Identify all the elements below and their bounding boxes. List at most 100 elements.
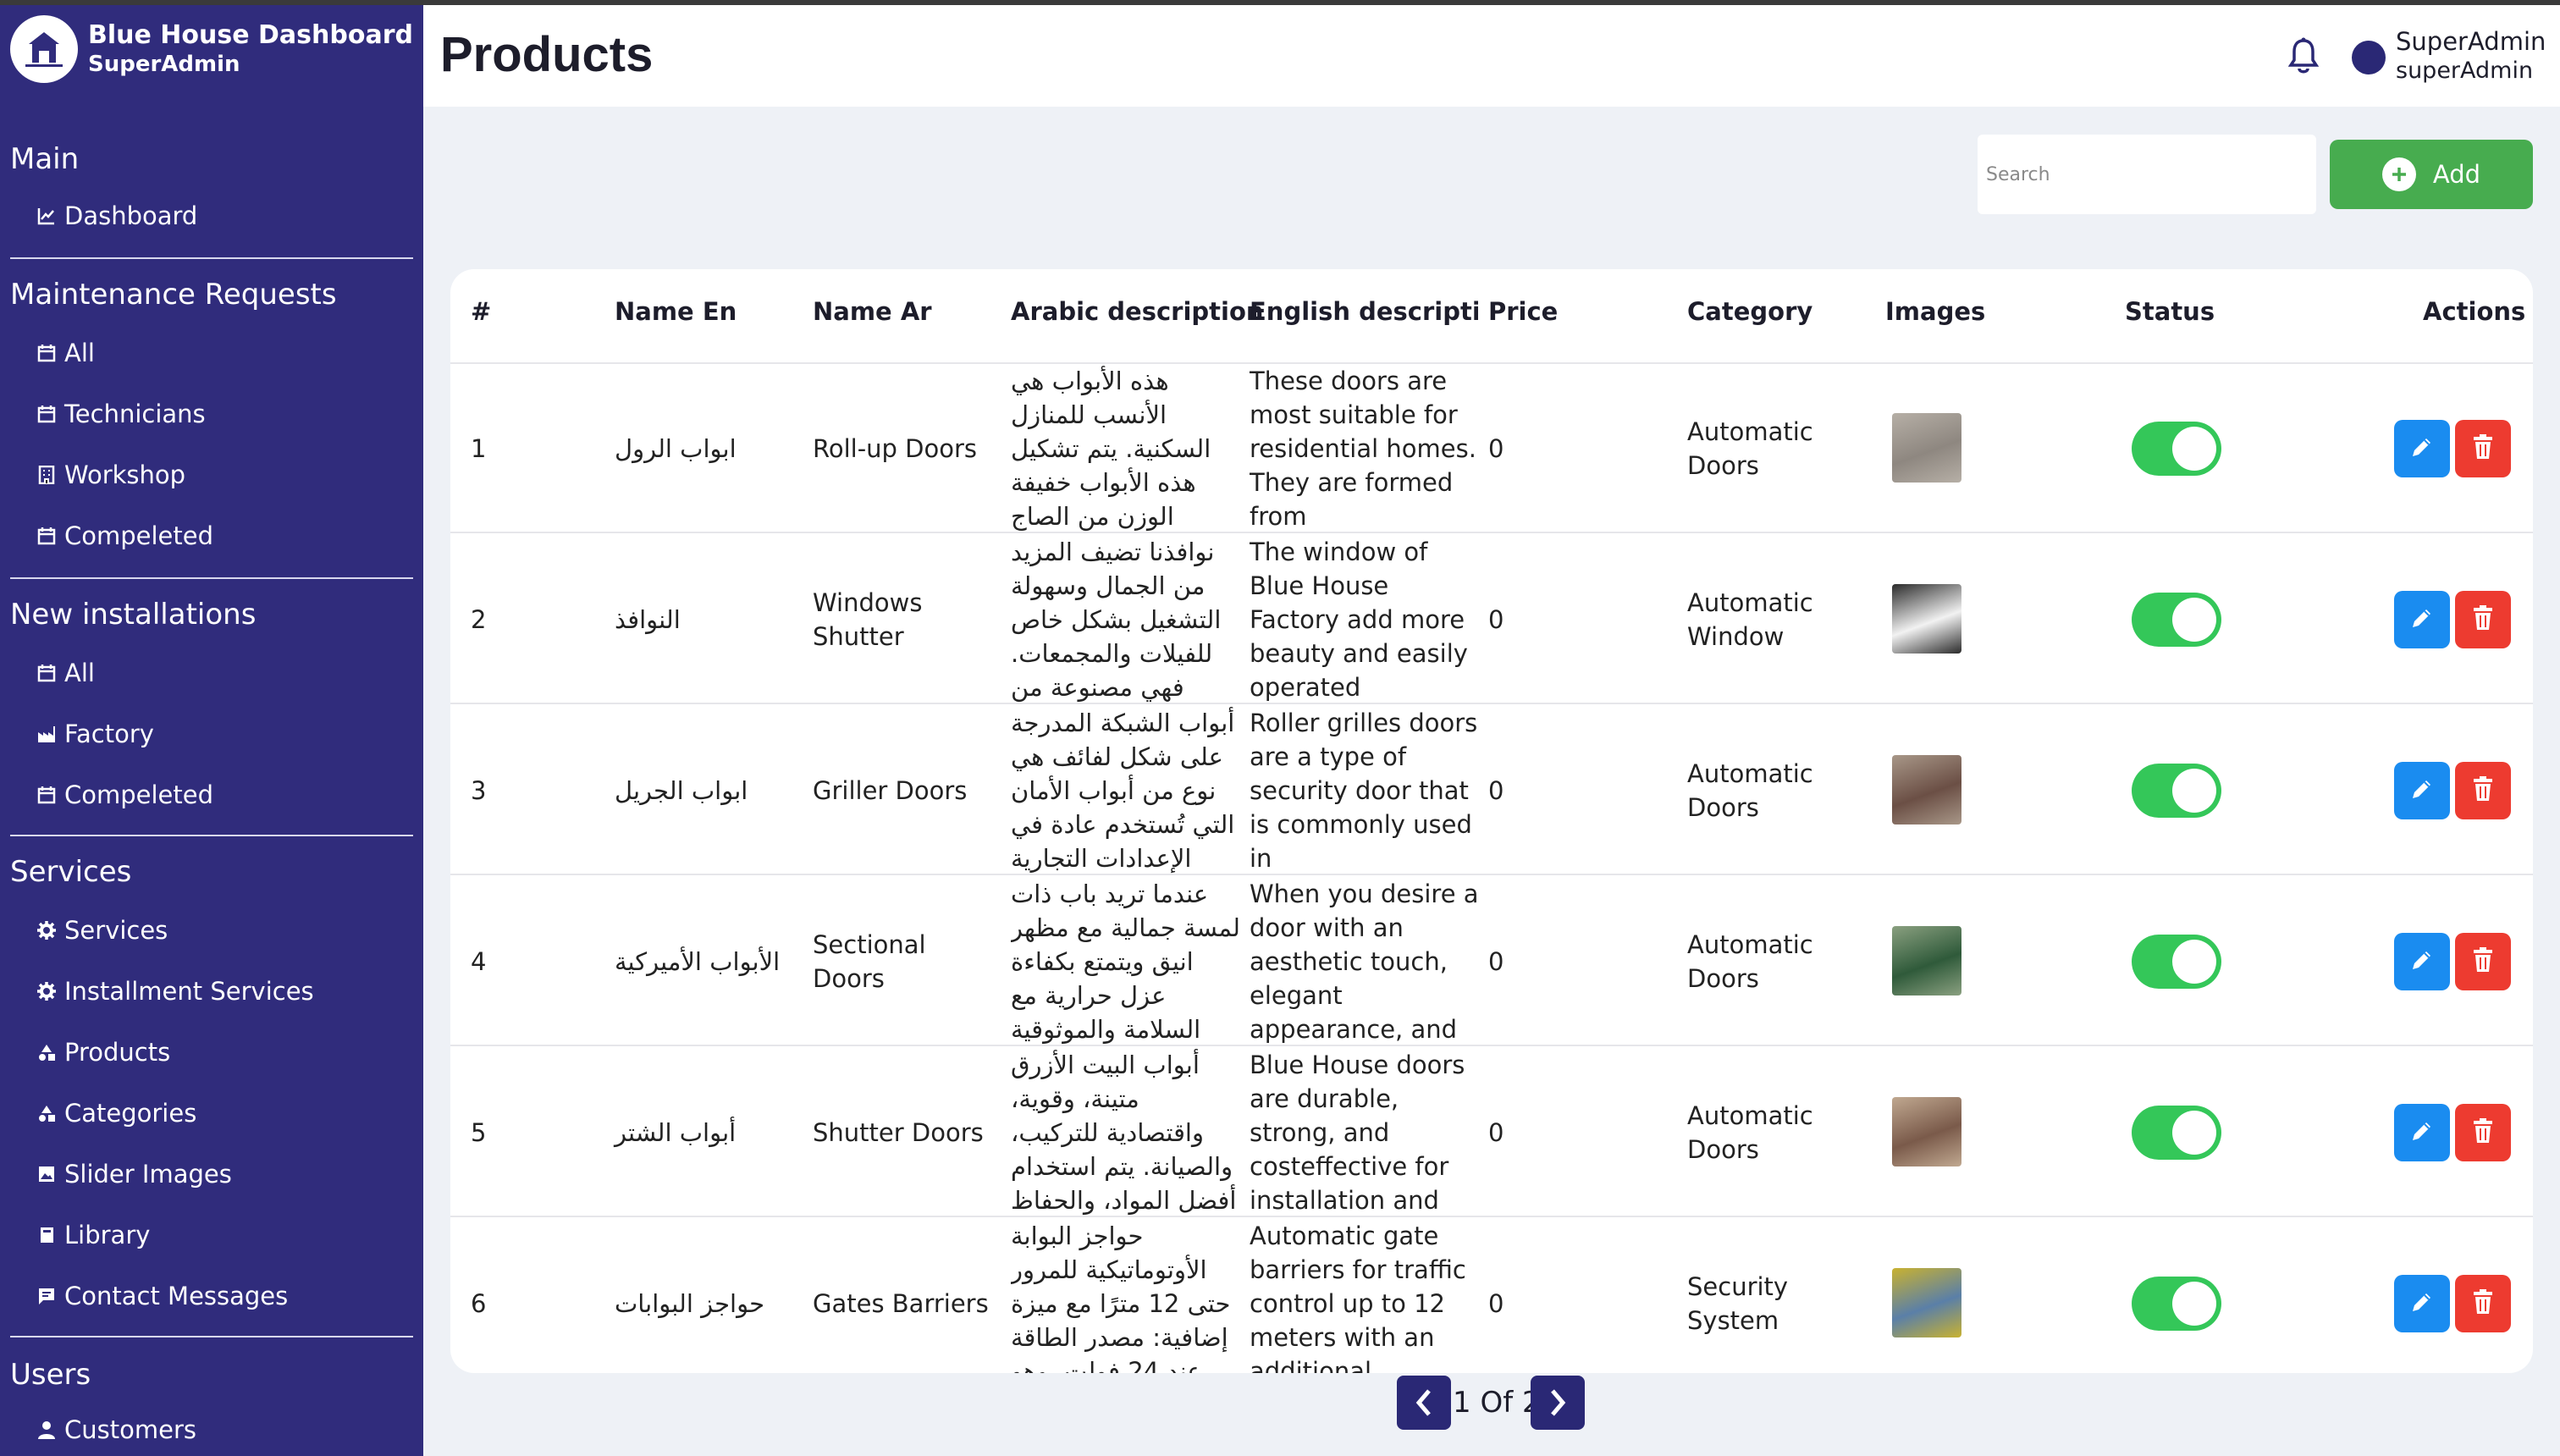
cell-category: Automatic Doors: [1687, 417, 1813, 480]
table-row: 1 ابواب الرول Roll-up Doors هذه الأبواب هي …: [450, 364, 2533, 533]
cell-name-en: ابواب الرول: [615, 434, 737, 463]
column-header-images: Images: [1885, 297, 1986, 326]
cell-price: 0: [1488, 776, 1504, 805]
column-header-status: Status: [2125, 297, 2215, 326]
column-header-name-ar: Name Ar: [813, 297, 932, 326]
delete-button[interactable]: [2455, 1275, 2511, 1332]
delete-button[interactable]: [2455, 420, 2511, 477]
pencil-icon: [2409, 1289, 2435, 1318]
sidebar-item-slider-images[interactable]: Slider Images: [37, 1160, 232, 1189]
edit-button[interactable]: [2394, 762, 2450, 819]
edit-button[interactable]: [2394, 1275, 2450, 1332]
status-toggle[interactable]: [2132, 422, 2221, 476]
sidebar-item-maintenance-all[interactable]: All: [37, 339, 95, 367]
sidebar-item-customers[interactable]: Customers: [37, 1415, 196, 1444]
sidebar-item-services[interactable]: Services: [37, 916, 168, 945]
trash-icon: [2472, 604, 2494, 635]
cell-arabic-description: نوافذنا تضيف المزيد من الجمال وسهولة الت…: [1011, 538, 1222, 702]
cell-name-ar: Sectional Doors: [813, 930, 926, 993]
status-toggle[interactable]: [2132, 1106, 2221, 1160]
product-thumbnail[interactable]: [1892, 1268, 1961, 1337]
trash-icon: [2472, 1117, 2494, 1148]
cell-category: Automatic Doors: [1687, 1101, 1813, 1164]
cell-name-en: النوافذ: [615, 605, 681, 634]
delete-button[interactable]: [2455, 1104, 2511, 1161]
cell-name-en: الأبواب الأميركية: [615, 947, 781, 976]
delete-button[interactable]: [2455, 762, 2511, 819]
cell-arabic-description: عندما تريد باب ذات لمسة جمالية مع مظهر ا…: [1011, 880, 1240, 1044]
cell-english-description: Blue House doors are durable, strong, an…: [1250, 1051, 1465, 1215]
nav-section-installations: New installations: [10, 598, 257, 631]
sidebar-item-library[interactable]: Library: [37, 1221, 150, 1249]
nav-section-services: Services: [10, 855, 132, 889]
sidebar-item-label: Factory: [64, 720, 154, 748]
sidebar-item-maintenance-completed[interactable]: Compeleted: [37, 521, 213, 550]
avatar[interactable]: [2352, 41, 2386, 74]
table-row: 3 ابواب الجريل Griller Doors أبواب الشبكة ا…: [450, 706, 2533, 875]
status-toggle[interactable]: [2132, 935, 2221, 989]
product-thumbnail[interactable]: [1892, 755, 1961, 825]
cell-number: 2: [471, 605, 487, 634]
sidebar-item-installations-all[interactable]: All: [37, 659, 95, 687]
factory-icon: [38, 726, 55, 742]
sidebar-item-contact-messages[interactable]: Contact Messages: [37, 1282, 288, 1310]
brand[interactable]: Blue House Dashboard SuperAdmin: [10, 15, 413, 83]
edit-button[interactable]: [2394, 933, 2450, 990]
divider: [10, 257, 413, 259]
cell-number: 1: [471, 434, 487, 463]
table-row: 5 أبواب الشتر Shutter Doors أبواب البيت الأ…: [450, 1048, 2533, 1217]
sidebar-item-installment-services[interactable]: Installment Services: [37, 977, 314, 1006]
cell-arabic-description: حواجز البوابة الأوتوماتيكية للمرور حتى 1…: [1011, 1222, 1231, 1373]
sidebar-item-technicians[interactable]: Technicians: [37, 400, 206, 428]
table-row: 6 حواجز البوابات Gates Barriers حواجز البوا…: [450, 1219, 2533, 1373]
sidebar-item-categories[interactable]: Categories: [37, 1099, 196, 1128]
add-button-label: Add: [2432, 160, 2481, 189]
sidebar-item-factory[interactable]: Factory: [37, 720, 154, 748]
product-thumbnail[interactable]: [1892, 1097, 1961, 1166]
sidebar-item-workshop[interactable]: Workshop: [37, 461, 185, 489]
sidebar: Blue House Dashboard SuperAdmin Main Das…: [0, 5, 423, 1456]
delete-button[interactable]: [2455, 933, 2511, 990]
chevron-right-icon: [1551, 1389, 1566, 1416]
trash-icon: [2472, 775, 2494, 806]
status-toggle[interactable]: [2132, 764, 2221, 818]
chevron-left-icon: [1415, 1389, 1431, 1416]
sidebar-item-installations-completed[interactable]: Compeleted: [37, 780, 213, 809]
brand-logo-icon: [10, 15, 78, 83]
product-thumbnail[interactable]: [1892, 926, 1961, 995]
edit-button[interactable]: [2394, 420, 2450, 477]
bell-icon[interactable]: [2287, 37, 2320, 78]
sidebar-item-label: All: [64, 339, 95, 367]
gear-icon: [37, 982, 56, 1001]
products-table: # Name En Name Ar Arabic description Eng…: [450, 269, 2533, 1373]
shapes-icon: [39, 1106, 55, 1122]
cell-category: Security System: [1687, 1272, 1789, 1335]
status-toggle[interactable]: [2132, 593, 2221, 647]
cell-name-ar: Gates Barriers: [813, 1289, 989, 1318]
pagination-next-button[interactable]: [1531, 1376, 1585, 1430]
sidebar-item-dashboard[interactable]: Dashboard: [37, 201, 197, 230]
building-icon: [38, 466, 55, 484]
calendar-icon: [37, 665, 56, 682]
cell-english-description: When you desire a door with an aesthetic…: [1250, 880, 1479, 1044]
search-input[interactable]: [1978, 135, 2316, 214]
cell-english-description: Automatic gate barriers for traffic cont…: [1250, 1222, 1466, 1373]
add-button[interactable]: Add: [2330, 140, 2533, 209]
trash-icon: [2472, 433, 2494, 464]
delete-button[interactable]: [2455, 591, 2511, 648]
pagination-status: 1 Of 2: [1453, 1386, 1541, 1420]
pencil-icon: [2409, 434, 2435, 463]
nav-section-maintenance: Maintenance Requests: [10, 278, 337, 312]
status-toggle[interactable]: [2132, 1277, 2221, 1331]
cell-price: 0: [1488, 434, 1504, 463]
sidebar-item-label: Library: [64, 1221, 151, 1249]
edit-button[interactable]: [2394, 591, 2450, 648]
pagination-prev-button[interactable]: [1397, 1376, 1451, 1430]
user-name[interactable]: SuperAdmin: [2396, 27, 2546, 56]
cell-name-ar: Griller Doors: [813, 776, 968, 805]
product-thumbnail[interactable]: [1892, 584, 1961, 654]
edit-button[interactable]: [2394, 1104, 2450, 1161]
product-thumbnail[interactable]: [1892, 413, 1961, 483]
sidebar-item-products[interactable]: Products: [37, 1038, 170, 1067]
table-row: 4 الأبواب الأميركية Sectional Doors عندما ت…: [450, 877, 2533, 1046]
